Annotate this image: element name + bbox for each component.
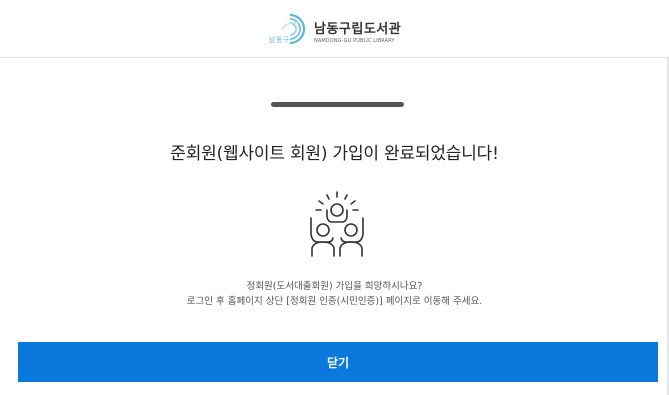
page-title: 준회원(웹사이트 회원) 가입이 완료되었습니다! bbox=[170, 144, 499, 164]
step-indicator bbox=[271, 102, 404, 107]
library-logo[interactable]: 남동구 남동구립도서관 NAMDONG-GU PUBLIC LIBRARY bbox=[268, 11, 408, 49]
description-line-2: 로그인 후 홈페이지 상단 [정회원 인증(시민인증)] 페이지로 이동해 주세… bbox=[186, 296, 483, 307]
library-name: 남동구립도서관 bbox=[314, 22, 402, 37]
library-name-en: NAMDONG-GU PUBLIC LIBRARY bbox=[314, 38, 395, 44]
logo-mark-text: 남동구 bbox=[269, 36, 290, 44]
celebration-people-icon bbox=[310, 191, 364, 257]
description-line-1: 정회원(도서대출회원) 가입을 희망하시나요? bbox=[246, 281, 423, 292]
description: 정회원(도서대출회원) 가입을 희망하시나요? 로그인 후 홈페이지 상단 [정… bbox=[0, 279, 669, 309]
close-button[interactable]: 닫기 bbox=[18, 342, 658, 382]
header: 남동구 남동구립도서관 NAMDONG-GU PUBLIC LIBRARY bbox=[0, 0, 669, 58]
